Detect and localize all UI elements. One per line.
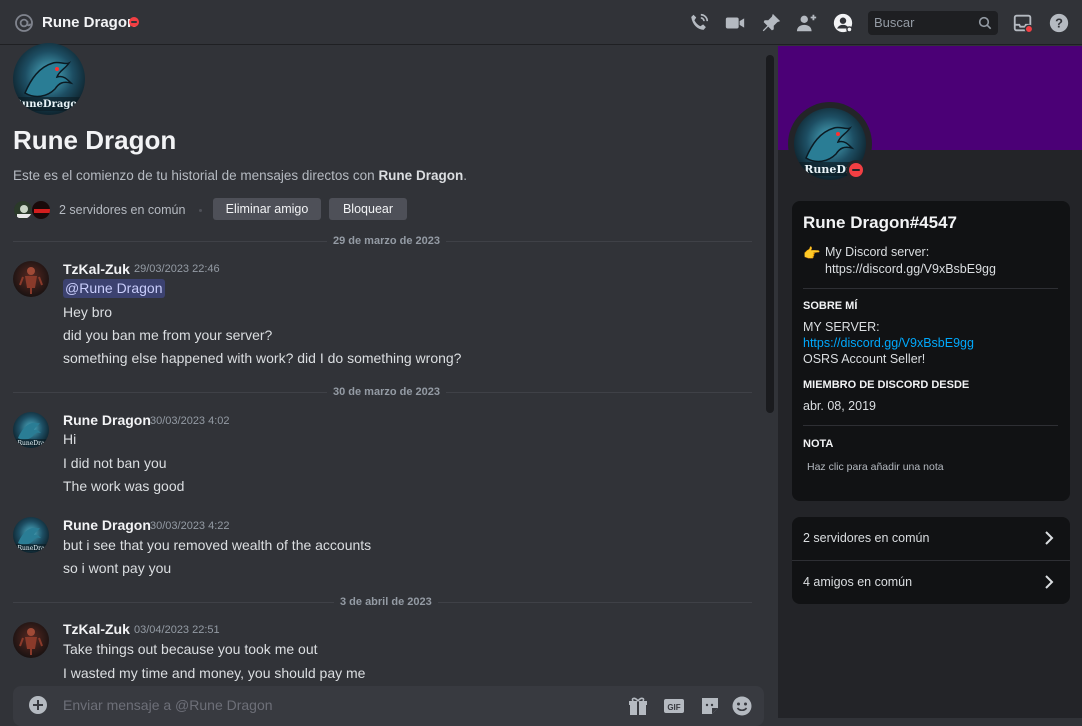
channel-header: Rune Dragon Buscar ?	[0, 0, 1082, 45]
inbox-icon[interactable]	[1012, 12, 1034, 34]
member-since-heading: MIEMBRO DE DISCORD DESDE	[803, 379, 970, 391]
search-placeholder: Buscar	[874, 15, 915, 30]
mutual-servers-summary[interactable]: 2 servidores en común	[13, 198, 203, 222]
mutual-servers-row[interactable]: 2 servidores en común	[792, 517, 1070, 560]
message-line: but i see that you removed wealth of the…	[63, 537, 372, 553]
date-divider-label: 30 de marzo de 2023	[327, 386, 447, 398]
svg-text:GIF: GIF	[667, 703, 680, 712]
message-line: something else happened with work? did I…	[63, 350, 462, 366]
dnd-status-icon	[846, 160, 866, 180]
search-input[interactable]: Buscar	[868, 11, 998, 35]
message-line: I did not ban you	[63, 455, 167, 471]
message-author[interactable]: TzKal-Zuk	[63, 261, 130, 277]
message-timestamp: 29/03/2023 22:46	[134, 263, 220, 275]
block-button[interactable]: Bloquear	[329, 198, 407, 220]
search-icon	[978, 16, 992, 30]
add-friend-icon[interactable]	[796, 12, 818, 34]
message-composer[interactable]: Enviar mensaje a @Rune Dragon GIF	[13, 686, 764, 726]
avatar[interactable]	[13, 261, 49, 297]
user-mention[interactable]: @Rune Dragon	[63, 279, 165, 298]
svg-text:?: ?	[1055, 16, 1063, 31]
message-line: did you ban me from your server?	[63, 327, 273, 343]
svg-text:RuneDr: RuneDr	[804, 163, 852, 176]
message-line: I wasted my time and money, you should p…	[63, 665, 366, 681]
mutual-card: 2 servidores en común 4 amigos en común	[792, 517, 1070, 604]
help-icon[interactable]: ?	[1048, 12, 1070, 34]
message-author[interactable]: TzKal-Zuk	[63, 621, 130, 637]
emoji-icon[interactable]	[731, 695, 753, 717]
date-divider-label: 3 de abril de 2023	[334, 596, 438, 608]
message-line: Take things out because you took me out	[63, 641, 318, 657]
pin-icon[interactable]	[760, 12, 782, 34]
message-line: The work was good	[63, 478, 185, 494]
gift-icon[interactable]	[627, 695, 649, 717]
avatar[interactable]	[13, 622, 49, 658]
avatar[interactable]: RuneDra	[13, 517, 49, 553]
composer-placeholder: Enviar mensaje a @Rune Dragon	[63, 697, 273, 713]
card-divider	[803, 425, 1058, 426]
pointing-hand-icon: 👉	[803, 245, 821, 261]
date-divider-label: 29 de marzo de 2023	[327, 235, 447, 247]
voice-call-icon[interactable]	[688, 12, 710, 34]
about-text: MY SERVER:	[803, 320, 880, 334]
chevron-right-icon	[1045, 575, 1054, 589]
server-icon	[31, 200, 51, 220]
note-input[interactable]: Haz clic para añadir una nota	[807, 461, 944, 473]
member-since-date: abr. 08, 2019	[803, 399, 876, 413]
message-line: Hey bro	[63, 304, 113, 320]
about-link[interactable]: https://discord.gg/V9xBsbE9gg	[803, 336, 974, 350]
mutual-friends-row[interactable]: 4 amigos en común	[792, 561, 1070, 604]
add-attachment-icon[interactable]	[29, 696, 47, 714]
message-author[interactable]: Rune Dragon	[63, 517, 151, 533]
message-timestamp: 30/03/2023 4:22	[150, 520, 230, 532]
avatar[interactable]: RuneDra	[13, 412, 49, 448]
mutual-friends-label: 4 amigos en común	[803, 575, 913, 589]
at-icon	[15, 14, 33, 32]
separator-dot	[199, 208, 203, 212]
intro-description: Este es el comienzo de tu historial de m…	[13, 168, 467, 183]
profile-username: Rune Dragon#4547	[803, 213, 957, 232]
message-author[interactable]: Rune Dragon	[63, 412, 151, 428]
message-line: so i wont pay you	[63, 560, 172, 576]
about-text: OSRS Account Seller!	[803, 352, 926, 366]
chevron-right-icon	[1045, 531, 1054, 545]
remove-friend-button[interactable]: Eliminar amigo	[213, 198, 321, 220]
intro-name: Rune Dragon	[13, 125, 177, 155]
message-timestamp: 03/04/2023 22:51	[134, 624, 220, 636]
video-call-icon[interactable]	[724, 12, 746, 34]
mutual-servers-text: 2 servidores en común	[59, 203, 186, 217]
server-icon	[13, 200, 33, 220]
page-title: Rune Dragon	[42, 14, 137, 31]
custom-status-line: https://discord.gg/V9xBsbE9gg	[825, 262, 996, 276]
sticker-icon[interactable]	[699, 695, 721, 717]
about-heading: SOBRE MÍ	[803, 300, 858, 312]
dnd-status-icon	[129, 17, 139, 27]
gif-icon[interactable]: GIF	[663, 695, 685, 717]
mutual-servers-label: 2 servidores en común	[803, 531, 930, 545]
chat-scrollbar[interactable]	[766, 55, 774, 413]
user-profile-icon[interactable]	[832, 12, 854, 34]
message-timestamp: 30/03/2023 4:02	[150, 415, 230, 427]
custom-status-line: My Discord server:	[825, 245, 930, 259]
profile-card: Rune Dragon#4547 👉 My Discord server: ht…	[792, 201, 1070, 501]
intro-avatar: RuneDragon	[13, 43, 85, 115]
card-divider	[803, 288, 1058, 289]
note-heading: NOTA	[803, 438, 834, 450]
message-line: Hi	[63, 431, 77, 447]
